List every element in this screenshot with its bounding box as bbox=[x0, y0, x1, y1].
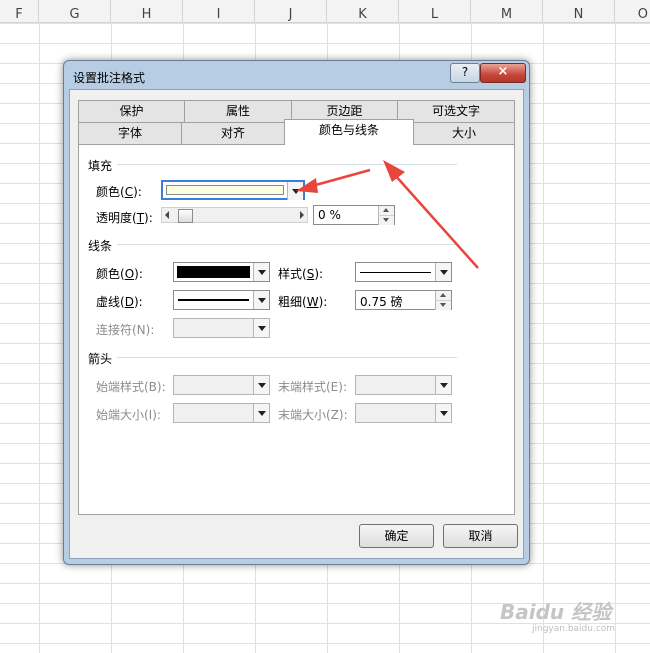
weight-label: 粗细(W): bbox=[278, 295, 328, 309]
weight-spinner[interactable]: 0.75 磅 bbox=[355, 290, 452, 310]
close-button[interactable]: × bbox=[480, 63, 526, 83]
colors-lines-panel: 填充 颜色(C): 透明度(T): 0 % 线条 颜色(O): 样式(S): 虚… bbox=[78, 144, 515, 515]
begin-style-label: 始端样式(B): bbox=[96, 380, 166, 394]
dialog-body: 保护 属性 页边距 可选文字 字体 对齐 颜色与线条 大小 填充 颜色(C): … bbox=[69, 89, 524, 559]
line-color-label: 颜色(O): bbox=[96, 267, 143, 281]
end-size-label: 末端大小(Z): bbox=[278, 408, 348, 422]
arrows-divider bbox=[117, 357, 457, 358]
chevron-down-icon[interactable] bbox=[253, 263, 269, 281]
fill-group-label: 填充 bbox=[88, 159, 113, 173]
begin-style-dropdown[interactable] bbox=[173, 375, 270, 395]
line-style-label: 样式(S): bbox=[278, 267, 324, 281]
line-style-dropdown[interactable] bbox=[355, 262, 452, 282]
chevron-down-icon[interactable] bbox=[253, 404, 269, 422]
watermark-logo: Baidu 经验 bbox=[500, 600, 612, 624]
tab-colors-and-lines[interactable]: 颜色与线条 bbox=[284, 119, 414, 145]
tab-protection[interactable]: 保护 bbox=[78, 100, 185, 122]
fill-divider bbox=[117, 164, 457, 165]
chevron-down-icon[interactable] bbox=[435, 376, 451, 394]
spin-up-icon[interactable] bbox=[435, 291, 451, 300]
fill-color-dropdown[interactable] bbox=[161, 180, 305, 200]
connector-label: 连接符(N): bbox=[96, 323, 155, 337]
line-style-preview bbox=[360, 272, 431, 273]
column-header-m[interactable]: M bbox=[471, 0, 543, 22]
tab-font[interactable]: 字体 bbox=[78, 122, 182, 144]
column-header-f[interactable]: F bbox=[0, 0, 39, 22]
begin-size-label: 始端大小(I): bbox=[96, 408, 161, 422]
chevron-down-icon[interactable] bbox=[253, 291, 269, 309]
slider-left-arrow-icon[interactable] bbox=[165, 211, 169, 219]
tab-alignment[interactable]: 对齐 bbox=[181, 122, 285, 144]
begin-size-dropdown[interactable] bbox=[173, 403, 270, 423]
dash-preview bbox=[178, 299, 249, 301]
dash-dropdown[interactable] bbox=[173, 290, 270, 310]
baidu-watermark: Baidu 经验 jingyan.baidu.com bbox=[500, 596, 640, 646]
column-header-h[interactable]: H bbox=[111, 0, 183, 22]
column-header-l[interactable]: L bbox=[399, 0, 471, 22]
spin-down-icon[interactable] bbox=[435, 300, 451, 310]
column-header-j[interactable]: J bbox=[255, 0, 327, 22]
tab-properties[interactable]: 属性 bbox=[184, 100, 292, 122]
end-style-label: 末端样式(E): bbox=[278, 380, 347, 394]
watermark-url: jingyan.baidu.com bbox=[532, 624, 616, 634]
weight-value: 0.75 磅 bbox=[360, 295, 403, 309]
dialog-title: 设置批注格式 bbox=[73, 71, 146, 85]
tab-size[interactable]: 大小 bbox=[413, 122, 515, 144]
fill-color-swatch bbox=[166, 185, 284, 195]
arrows-group-label: 箭头 bbox=[88, 352, 113, 366]
chevron-down-icon[interactable] bbox=[435, 263, 451, 281]
tab-alt-text[interactable]: 可选文字 bbox=[397, 100, 515, 122]
column-header-bar: F G H I J K L M N O bbox=[0, 0, 650, 23]
help-button[interactable]: ? bbox=[450, 63, 480, 83]
end-size-dropdown[interactable] bbox=[355, 403, 452, 423]
spin-down-icon[interactable] bbox=[378, 215, 394, 225]
line-color-swatch bbox=[177, 266, 250, 278]
chevron-down-icon[interactable] bbox=[253, 376, 269, 394]
transparency-slider[interactable] bbox=[161, 207, 308, 223]
end-style-dropdown[interactable] bbox=[355, 375, 452, 395]
chevron-down-icon[interactable] bbox=[253, 319, 269, 337]
transparency-value: 0 % bbox=[318, 208, 341, 222]
dialog-titlebar[interactable]: 设置批注格式 ? × bbox=[64, 61, 529, 89]
line-group-label: 线条 bbox=[88, 239, 113, 253]
transparency-label: 透明度(T): bbox=[96, 211, 153, 225]
ok-button[interactable]: 确定 bbox=[359, 524, 434, 548]
cancel-button[interactable]: 取消 bbox=[443, 524, 518, 548]
dash-label: 虚线(D): bbox=[96, 295, 143, 309]
transparency-spinner[interactable]: 0 % bbox=[313, 205, 395, 225]
line-color-dropdown[interactable] bbox=[173, 262, 270, 282]
spin-up-icon[interactable] bbox=[378, 206, 394, 215]
column-header-i[interactable]: I bbox=[183, 0, 255, 22]
column-header-k[interactable]: K bbox=[327, 0, 399, 22]
connector-dropdown[interactable] bbox=[173, 318, 270, 338]
fill-color-label: 颜色(C): bbox=[96, 185, 142, 199]
slider-thumb[interactable] bbox=[178, 209, 193, 223]
format-comment-dialog: 设置批注格式 ? × 保护 属性 页边距 可选文字 字体 对齐 颜色与线条 大小… bbox=[63, 60, 530, 565]
slider-right-arrow-icon[interactable] bbox=[300, 211, 304, 219]
chevron-down-icon[interactable] bbox=[435, 404, 451, 422]
chevron-down-icon[interactable] bbox=[287, 182, 303, 200]
line-divider bbox=[117, 244, 457, 245]
column-header-g[interactable]: G bbox=[39, 0, 111, 22]
column-header-o[interactable]: O bbox=[615, 0, 650, 22]
column-header-n[interactable]: N bbox=[543, 0, 615, 22]
